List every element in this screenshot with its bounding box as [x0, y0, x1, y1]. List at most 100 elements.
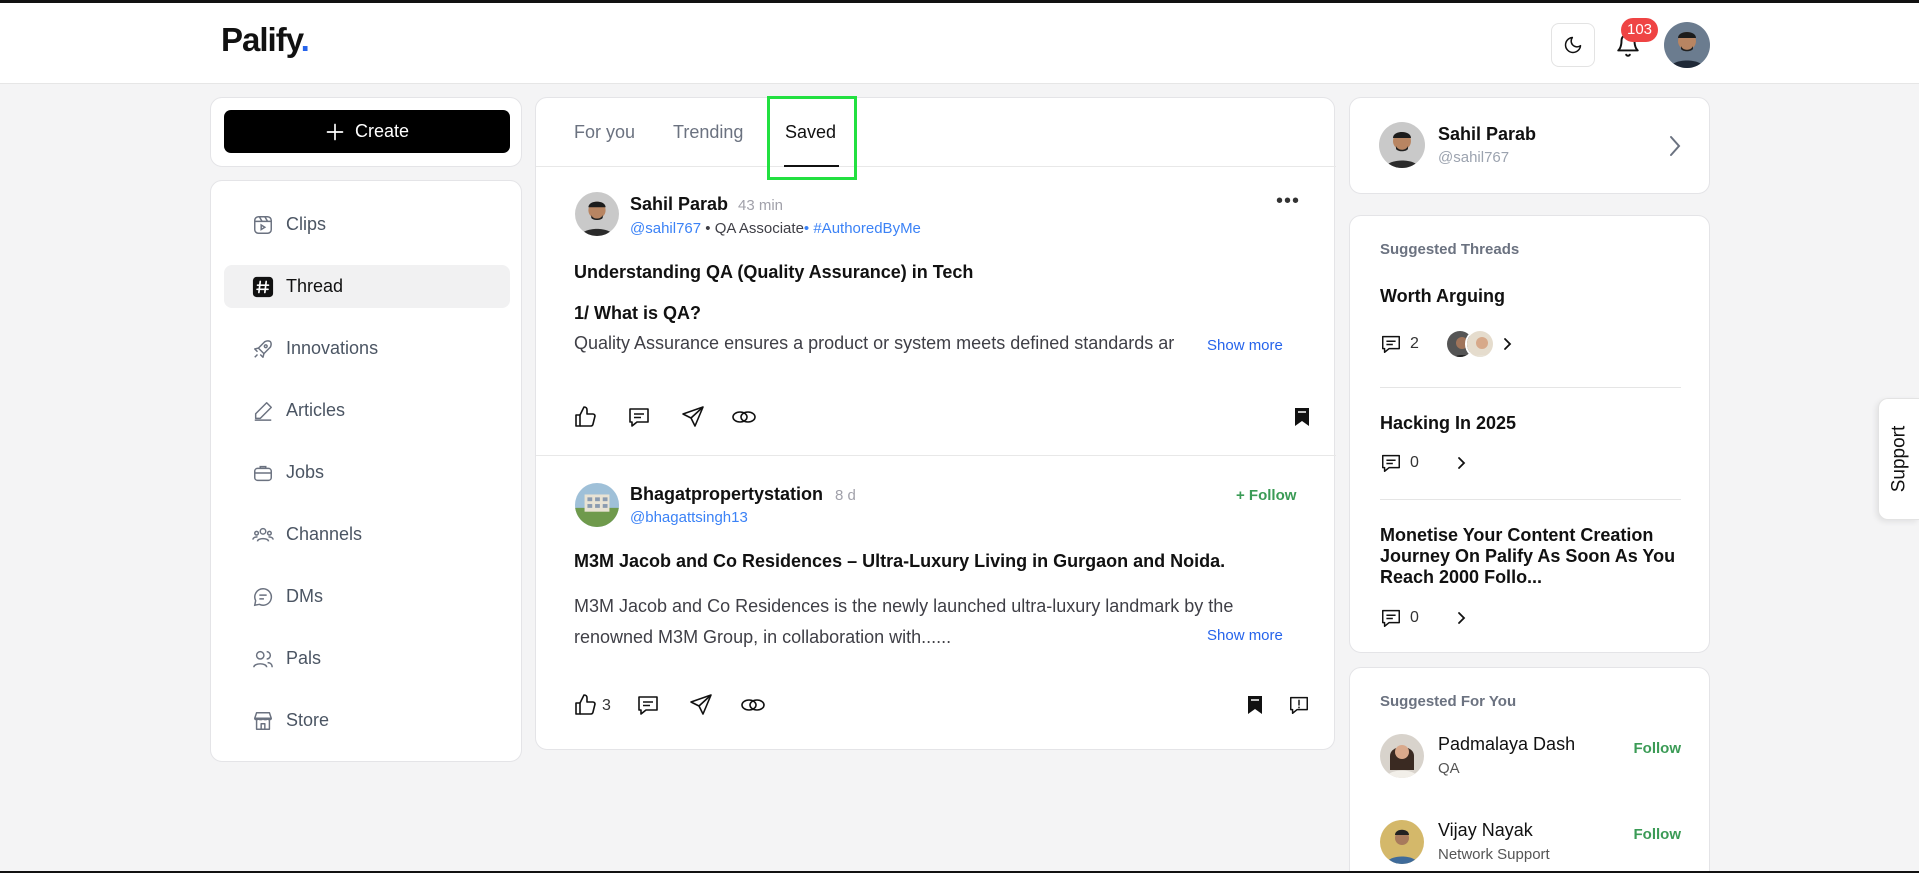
post-title[interactable]: Understanding QA (Quality Assurance) in … — [574, 262, 973, 283]
sidebar-item-innovations[interactable]: Innovations — [224, 327, 510, 370]
tab-for-you[interactable]: For you — [574, 122, 635, 143]
comment-icon — [1382, 335, 1400, 353]
post-time: 43 min — [738, 197, 784, 214]
user-avatar[interactable] — [1664, 22, 1710, 68]
sidebar-item-label: Store — [286, 710, 330, 730]
thread-title[interactable]: Worth Arguing — [1380, 286, 1505, 307]
hash-icon — [252, 276, 274, 298]
show-more-link[interactable]: Show more — [1207, 337, 1283, 354]
post-body: M3M Jacob and Co Residences is the newly… — [574, 596, 1234, 647]
follow-button[interactable]: + Follow — [1236, 487, 1296, 504]
pencil-icon — [252, 400, 274, 422]
support-label: Support — [1888, 425, 1910, 493]
thread-meta: 2 — [1380, 329, 1513, 359]
suggested-person-role: QA — [1438, 760, 1460, 777]
store-icon — [252, 710, 274, 732]
thread-comment-count: 2 — [1410, 335, 1419, 352]
clips-icon — [252, 214, 274, 236]
post-author-avatar[interactable] — [575, 483, 619, 527]
copy-link-button[interactable] — [730, 403, 758, 431]
suggested-person-name[interactable]: Vijay Nayak — [1438, 820, 1533, 841]
palify-logo[interactable]: Palify. — [221, 21, 310, 59]
comment-icon — [1382, 454, 1400, 472]
theme-toggle-button[interactable] — [1551, 23, 1595, 67]
follow-button[interactable]: Follow — [1634, 826, 1682, 843]
show-more-link[interactable]: Show more — [1207, 627, 1283, 644]
sidebar-item-label: Thread — [286, 276, 344, 296]
follow-button[interactable]: Follow — [1634, 740, 1682, 757]
chevron-right-icon[interactable] — [1457, 611, 1467, 625]
sidebar-item-label: Clips — [286, 214, 327, 234]
post-author-meta: @sahil767 • QA Associate• #AuthoredByMe — [630, 220, 921, 237]
comment-icon — [1382, 609, 1400, 627]
post-time: 8 d — [835, 487, 856, 504]
post-card: Bhagatpropertystation 8 d @bhagattsingh1… — [536, 457, 1336, 751]
sidebar-item-articles[interactable]: Articles — [224, 389, 510, 432]
copy-link-button[interactable] — [739, 691, 767, 719]
sidebar-item-thread[interactable]: Thread — [224, 265, 510, 308]
participant-avatars — [1444, 329, 1495, 359]
sidebar-item-store[interactable]: Store — [224, 699, 510, 742]
post-subtitle: 1/ What is QA? — [574, 303, 702, 323]
chevron-right-icon — [1670, 136, 1681, 156]
like-count: 3 — [602, 697, 611, 714]
chevron-right-icon[interactable] — [1503, 337, 1513, 351]
suggested-person-role: Network Support — [1438, 846, 1550, 863]
share-button[interactable] — [687, 691, 715, 719]
create-button[interactable]: Create — [224, 110, 510, 153]
bookmark-filled-icon — [1248, 696, 1262, 714]
sidebar-item-jobs[interactable]: Jobs — [224, 451, 510, 494]
sidebar-item-label: Channels — [286, 524, 363, 544]
like-button[interactable] — [571, 403, 599, 431]
suggested-person: Vijay Nayak Network Support Follow — [1380, 820, 1681, 870]
suggested-person-avatar[interactable] — [1380, 734, 1424, 778]
link-icon — [741, 699, 765, 711]
post-author-name[interactable]: Bhagatpropertystation — [630, 484, 823, 505]
plus-icon — [326, 123, 344, 140]
thread-comment-count: 0 — [1410, 454, 1419, 471]
profile-handle: @sahil767 — [1438, 149, 1510, 166]
tab-trending[interactable]: Trending — [673, 122, 743, 143]
post-card: Sahil Parab 43 min @sahil767 • QA Associ… — [536, 168, 1336, 456]
sidebar-item-label: Pals — [286, 648, 322, 668]
comment-button[interactable] — [625, 403, 653, 431]
post-author-handle[interactable]: @bhagattsingh13 — [630, 509, 748, 526]
sidebar-item-clips[interactable]: Clips — [224, 203, 510, 246]
divider — [1380, 387, 1681, 388]
sidebar-item-pals[interactable]: Pals — [224, 637, 510, 680]
bookmark-button[interactable] — [1288, 403, 1316, 431]
send-icon — [682, 406, 704, 427]
create-label: Create — [354, 121, 410, 141]
comment-button[interactable] — [634, 691, 662, 719]
share-button[interactable] — [679, 403, 707, 431]
notification-count-badge: 103 — [1621, 18, 1659, 42]
sidebar-item-channels[interactable]: Channels — [224, 513, 510, 556]
post-author-name[interactable]: Sahil Parab — [630, 194, 728, 215]
suggested-threads-card: Suggested Threads Worth Arguing 2 Hackin… — [1349, 215, 1710, 653]
post-author-meta: @bhagattsingh13 — [630, 509, 748, 526]
report-button[interactable] — [1285, 691, 1313, 719]
thumbs-up-icon — [575, 694, 596, 715]
users-icon — [252, 648, 274, 670]
chevron-right-icon[interactable] — [1457, 456, 1467, 470]
bookmark-button[interactable] — [1241, 691, 1269, 719]
thread-title[interactable]: Hacking In 2025 — [1380, 413, 1516, 434]
like-button[interactable] — [571, 691, 599, 719]
profile-card[interactable]: Sahil Parab @sahil767 — [1349, 97, 1710, 194]
post-title[interactable]: M3M Jacob and Co Residences – Ultra-Luxu… — [574, 551, 1225, 572]
thumbs-up-icon — [575, 406, 596, 427]
post-author-handle[interactable]: @sahil767 — [630, 220, 701, 237]
suggested-person-avatar[interactable] — [1380, 820, 1424, 864]
thread-comment-count: 0 — [1410, 609, 1419, 626]
sidebar-item-dms[interactable]: DMs — [224, 575, 510, 618]
post-more-options-button[interactable]: ••• — [1276, 190, 1300, 213]
post-hashtag[interactable]: • #AuthoredByMe — [804, 220, 921, 237]
suggested-person-name[interactable]: Padmalaya Dash — [1438, 734, 1575, 755]
feed-tabs: For you Trending Saved — [536, 96, 1336, 180]
thread-title[interactable]: Monetise Your Content Creation Journey O… — [1380, 525, 1680, 588]
moon-icon — [1564, 36, 1582, 54]
support-tab[interactable]: Support — [1878, 398, 1919, 520]
bookmark-filled-icon — [1295, 408, 1309, 426]
post-author-avatar[interactable] — [575, 192, 619, 236]
sidebar-item-label: Jobs — [286, 462, 325, 482]
